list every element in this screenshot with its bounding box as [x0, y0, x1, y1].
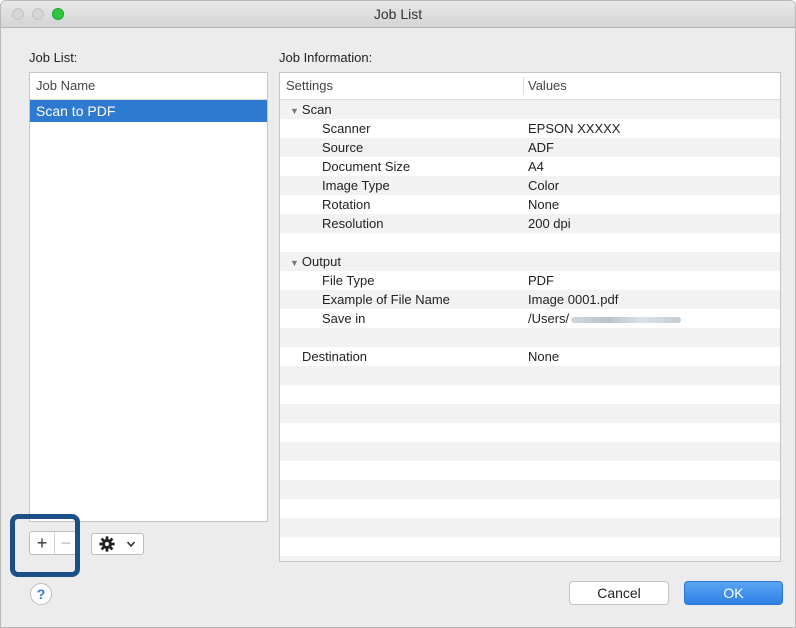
setting-value-text: A4	[528, 159, 544, 174]
group-label: ▼ Output	[290, 252, 341, 273]
empty-row	[280, 461, 780, 480]
job-information-table: Settings Values ▼ Scan Scanner EPSON XXXXX S…	[279, 72, 781, 562]
column-divider	[523, 77, 524, 95]
setting-name: Rotation	[322, 197, 371, 212]
chevron-down-icon	[126, 541, 136, 548]
setting-value: 200 dpi	[528, 214, 571, 233]
setting-row[interactable]: Resolution 200 dpi	[280, 214, 780, 233]
setting-row[interactable]: Image Type Color	[280, 176, 780, 195]
settings-column-header[interactable]: Settings	[286, 73, 333, 99]
setting-row[interactable]: Destination None	[280, 347, 780, 366]
setting-value-text: Image 0001.pdf	[528, 292, 619, 307]
setting-value-text: PDF	[528, 273, 554, 288]
disclosure-triangle-icon[interactable]: ▼	[290, 106, 299, 116]
setting-value: A4	[528, 157, 544, 176]
cancel-button[interactable]: Cancel	[569, 581, 669, 605]
empty-row	[280, 233, 780, 252]
redacted-path	[571, 316, 682, 323]
setting-name: Scanner	[322, 121, 371, 136]
values-column-header[interactable]: Values	[528, 73, 567, 99]
setting-value: None	[528, 195, 559, 214]
empty-row	[280, 385, 780, 404]
setting-value-text: 200 dpi	[528, 216, 571, 231]
title-bar: Job List	[1, 1, 795, 28]
empty-row	[280, 537, 780, 556]
setting-value: EPSON XXXXX	[528, 119, 620, 138]
empty-row	[280, 404, 780, 423]
setting-row[interactable]: Example of File Name Image 0001.pdf	[280, 290, 780, 309]
setting-row[interactable]: Scanner EPSON XXXXX	[280, 119, 780, 138]
empty-row	[280, 442, 780, 461]
disclosure-triangle-icon[interactable]: ▼	[290, 258, 299, 268]
empty-row	[280, 480, 780, 499]
setting-value: None	[528, 347, 559, 366]
setting-value-text: None	[528, 197, 560, 212]
setting-row[interactable]: Save in/Users/	[280, 309, 780, 328]
job-name-column-header[interactable]: Job Name	[30, 73, 267, 100]
empty-row	[280, 499, 780, 518]
setting-row[interactable]: File Type PDF	[280, 271, 780, 290]
help-button[interactable]: ?	[30, 583, 52, 605]
setting-value: Image 0001.pdf	[528, 290, 618, 309]
empty-row	[280, 518, 780, 537]
setting-value: Color	[528, 176, 559, 195]
job-list-window: Job List Job List: Job Information: Job …	[0, 0, 796, 628]
setting-value-text: Color	[528, 178, 560, 193]
setting-value-text: ADF	[528, 140, 554, 155]
empty-row	[280, 328, 780, 347]
group-label: ▼ Scan	[290, 100, 332, 121]
job-list-item[interactable]: Scan to PDF	[30, 100, 267, 122]
setting-row[interactable]: Rotation None	[280, 195, 780, 214]
setting-value: /Users/	[528, 309, 682, 328]
setting-name: Save in	[322, 311, 366, 326]
job-list-rows: Scan to PDF	[30, 100, 267, 122]
job-information-rows: ▼ Scan Scanner EPSON XXXXX Source ADF Document…	[280, 100, 780, 561]
empty-row	[280, 556, 780, 561]
group-row[interactable]: ▼ Output	[280, 252, 780, 271]
setting-value: PDF	[528, 271, 554, 290]
setting-value-text: None	[528, 349, 560, 364]
window-title: Job List	[373, 6, 423, 22]
job-list-label: Job List:	[29, 50, 78, 65]
setting-name: Source	[322, 140, 364, 155]
group-name: Output	[301, 254, 341, 269]
setting-name: Document Size	[322, 159, 411, 174]
setting-value-text: /Users/	[528, 311, 570, 326]
setting-name: Resolution	[322, 216, 384, 231]
ok-button[interactable]: OK	[684, 581, 783, 605]
add-button-highlight	[10, 514, 80, 577]
job-information-header: Settings Values	[280, 73, 780, 100]
group-row[interactable]: ▼ Scan	[280, 100, 780, 119]
job-actions-menu-button[interactable]	[91, 533, 144, 555]
empty-row	[280, 423, 780, 442]
job-information-label: Job Information:	[279, 50, 373, 65]
setting-name: Image Type	[322, 178, 390, 193]
setting-name: File Type	[322, 273, 375, 288]
setting-row[interactable]: Source ADF	[280, 138, 780, 157]
setting-name: Example of File Name	[322, 292, 450, 307]
empty-row	[280, 366, 780, 385]
group-name: Scan	[301, 102, 332, 117]
gear-icon	[99, 536, 115, 552]
setting-value-text: EPSON XXXXX	[528, 121, 621, 136]
job-list-table: Job Name Scan to PDF	[29, 72, 268, 522]
setting-row[interactable]: Document Size A4	[280, 157, 780, 176]
setting-value: ADF	[528, 138, 554, 157]
setting-name: Destination	[302, 349, 368, 364]
